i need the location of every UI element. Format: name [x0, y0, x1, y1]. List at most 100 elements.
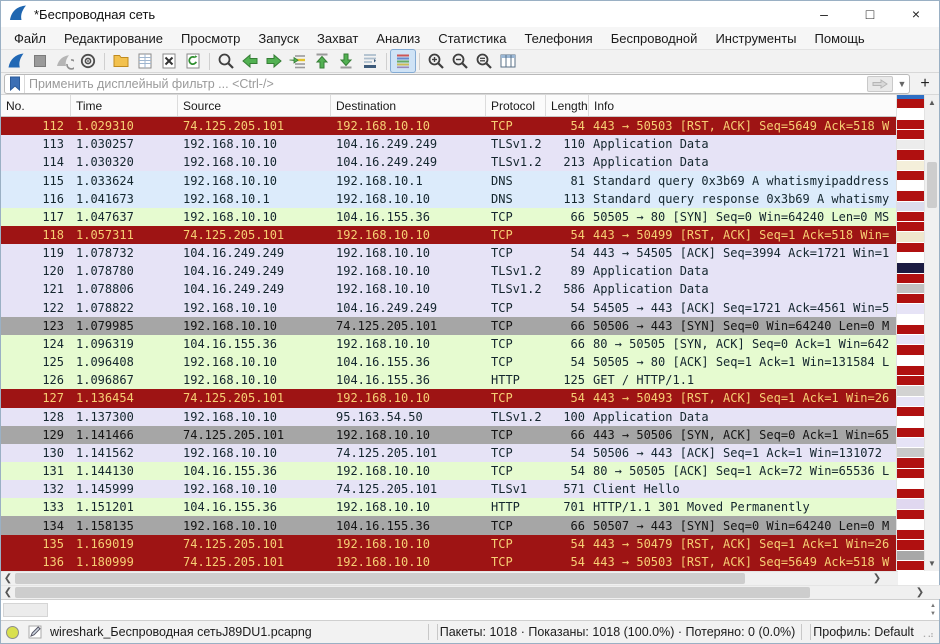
- menu-item-file[interactable]: Файл: [5, 29, 55, 48]
- go-to-packet-icon[interactable]: [286, 50, 310, 72]
- column-header-destination[interactable]: Destination: [331, 95, 486, 116]
- lower-hscrollbar[interactable]: ❮ ❯: [1, 585, 940, 599]
- restart-capture-icon[interactable]: [52, 50, 76, 72]
- toolbar-separator: [104, 53, 105, 70]
- packet-row-136[interactable]: 1361.18099974.125.205.101192.168.10.10TC…: [1, 553, 896, 571]
- toolbar-separator: [386, 53, 387, 70]
- go-back-icon[interactable]: [238, 50, 262, 72]
- menu-item-wireless[interactable]: Беспроводной: [602, 29, 707, 48]
- expert-info-icon[interactable]: [5, 625, 20, 640]
- apply-filter-icon[interactable]: [867, 76, 893, 92]
- packet-row-128[interactable]: 1281.137300192.168.10.1095.163.54.50TLSv…: [1, 408, 896, 426]
- hscrollbar-thumb[interactable]: [15, 573, 745, 584]
- packet-row-123[interactable]: 1231.079985192.168.10.1074.125.205.101TC…: [1, 317, 896, 335]
- close-file-icon[interactable]: [157, 50, 181, 72]
- scroll-down-icon[interactable]: ▼: [925, 556, 940, 571]
- packet-row-122[interactable]: 1221.078822192.168.10.10104.16.249.249TC…: [1, 299, 896, 317]
- close-button[interactable]: ×: [893, 1, 939, 27]
- find-packet-icon[interactable]: [214, 50, 238, 72]
- packet-row-120[interactable]: 1201.078780104.16.249.249192.168.10.10TL…: [1, 262, 896, 280]
- packet-row-119[interactable]: 1191.078732104.16.249.249192.168.10.10TC…: [1, 244, 896, 262]
- packet-row-115[interactable]: 1151.033624192.168.10.10192.168.10.1DNS8…: [1, 171, 896, 189]
- menu-item-analyze[interactable]: Анализ: [367, 29, 429, 48]
- column-header-time[interactable]: Time: [71, 95, 178, 116]
- packet-row-113[interactable]: 1131.030257192.168.10.10104.16.249.249TL…: [1, 135, 896, 153]
- go-first-icon[interactable]: [310, 50, 334, 72]
- resize-grip[interactable]: ⢀⣠: [920, 627, 935, 638]
- minimap-stripe: [897, 520, 924, 530]
- cell-pro: TCP: [486, 119, 546, 133]
- menu-item-statistics[interactable]: Статистика: [429, 29, 515, 48]
- scroll-right-icon[interactable]: ❯: [913, 586, 927, 600]
- cell-len: 54: [546, 355, 589, 369]
- scroll-up-icon[interactable]: ▲: [925, 95, 940, 110]
- start-capture-icon[interactable]: [4, 50, 28, 72]
- packet-row-129[interactable]: 1291.14146674.125.205.101192.168.10.10TC…: [1, 426, 896, 444]
- packet-row-127[interactable]: 1271.13645474.125.205.101192.168.10.10TC…: [1, 389, 896, 407]
- packet-row-121[interactable]: 1211.078806104.16.249.249192.168.10.10TL…: [1, 280, 896, 298]
- colorize-icon[interactable]: [391, 50, 415, 72]
- packet-row-112[interactable]: 1121.02931074.125.205.101192.168.10.10TC…: [1, 117, 896, 135]
- minimap-stripe: [897, 284, 924, 294]
- minimize-button[interactable]: –: [801, 1, 847, 27]
- packet-row-131[interactable]: 1311.144130104.16.155.36192.168.10.10TCP…: [1, 462, 896, 480]
- column-header-source[interactable]: Source: [178, 95, 331, 116]
- packet-row-134[interactable]: 1341.158135192.168.10.10104.16.155.36TCP…: [1, 516, 896, 534]
- pane-spin-arrows[interactable]: ▲▼: [930, 602, 936, 618]
- scroll-right-icon[interactable]: ❯: [870, 572, 884, 586]
- packet-row-135[interactable]: 1351.16901974.125.205.101192.168.10.10TC…: [1, 535, 896, 553]
- intelligent-scrollbar-minimap[interactable]: [896, 95, 924, 571]
- menu-item-capture[interactable]: Захват: [308, 29, 367, 48]
- profile-label[interactable]: Профиль: Default: [813, 625, 914, 639]
- packet-row-118[interactable]: 1181.05731174.125.205.101192.168.10.10TC…: [1, 226, 896, 244]
- hscrollbar-thumb[interactable]: [15, 587, 810, 598]
- menu-item-help[interactable]: Помощь: [806, 29, 874, 48]
- scroll-left-icon[interactable]: ❮: [1, 586, 15, 600]
- zoom-in-icon[interactable]: [424, 50, 448, 72]
- column-header-protocol[interactable]: Protocol: [486, 95, 546, 116]
- maximize-button[interactable]: □: [847, 1, 893, 27]
- capture-filename[interactable]: wireshark_Беспроводная сетьJ89DU1.pcapng: [50, 625, 312, 639]
- cell-len: 125: [546, 373, 589, 387]
- capture-comment-pencil-icon[interactable]: [28, 625, 42, 639]
- packet-row-124[interactable]: 1241.096319104.16.155.36192.168.10.10TCP…: [1, 335, 896, 353]
- column-header-info[interactable]: Info: [589, 95, 896, 116]
- menu-item-edit[interactable]: Редактирование: [55, 29, 172, 48]
- packet-row-132[interactable]: 1321.145999192.168.10.1074.125.205.101TL…: [1, 480, 896, 498]
- menu-item-tools[interactable]: Инструменты: [706, 29, 805, 48]
- auto-scroll-icon[interactable]: [358, 50, 382, 72]
- column-header-no[interactable]: No.: [1, 95, 71, 116]
- filter-dropdown-icon[interactable]: ▼: [895, 79, 909, 89]
- filter-bookmark-icon[interactable]: [5, 75, 25, 93]
- vertical-scrollbar-thumb[interactable]: [927, 162, 937, 208]
- add-filter-button[interactable]: +: [914, 74, 936, 94]
- stop-capture-icon[interactable]: [28, 50, 52, 72]
- zoom-out-icon[interactable]: [448, 50, 472, 72]
- resize-columns-icon[interactable]: [496, 50, 520, 72]
- scroll-left-icon[interactable]: ❮: [1, 572, 15, 586]
- capture-options-icon[interactable]: [76, 50, 100, 72]
- vertical-scrollbar[interactable]: ▲ ▼: [924, 95, 939, 571]
- open-file-icon[interactable]: [109, 50, 133, 72]
- collapsed-pane-thumb[interactable]: [3, 603, 48, 617]
- packet-list-hscrollbar[interactable]: ❮ ❯: [1, 571, 898, 585]
- go-forward-icon[interactable]: [262, 50, 286, 72]
- packet-row-117[interactable]: 1171.047637192.168.10.10104.16.155.36TCP…: [1, 208, 896, 226]
- save-file-icon[interactable]: [133, 50, 157, 72]
- packet-row-126[interactable]: 1261.096867192.168.10.10104.16.155.36HTT…: [1, 371, 896, 389]
- menu-item-telephony[interactable]: Телефония: [515, 29, 601, 48]
- packet-row-116[interactable]: 1161.041673192.168.10.1192.168.10.10DNS1…: [1, 190, 896, 208]
- packet-row-114[interactable]: 1141.030320192.168.10.10104.16.249.249TL…: [1, 153, 896, 171]
- packet-row-125[interactable]: 1251.096408192.168.10.10104.16.155.36TCP…: [1, 353, 896, 371]
- zoom-original-icon[interactable]: [472, 50, 496, 72]
- column-header-length[interactable]: Length: [546, 95, 589, 116]
- minimap-stripe: [897, 140, 924, 150]
- packet-row-133[interactable]: 1331.151201104.16.155.36192.168.10.10HTT…: [1, 498, 896, 516]
- reload-file-icon[interactable]: [181, 50, 205, 72]
- display-filter-input[interactable]: [25, 77, 867, 91]
- packet-row-130[interactable]: 1301.141562192.168.10.1074.125.205.101TC…: [1, 444, 896, 462]
- menu-item-go[interactable]: Запуск: [249, 29, 308, 48]
- menu-item-view[interactable]: Просмотр: [172, 29, 249, 48]
- cell-time: 1.078822: [71, 301, 178, 315]
- go-last-icon[interactable]: [334, 50, 358, 72]
